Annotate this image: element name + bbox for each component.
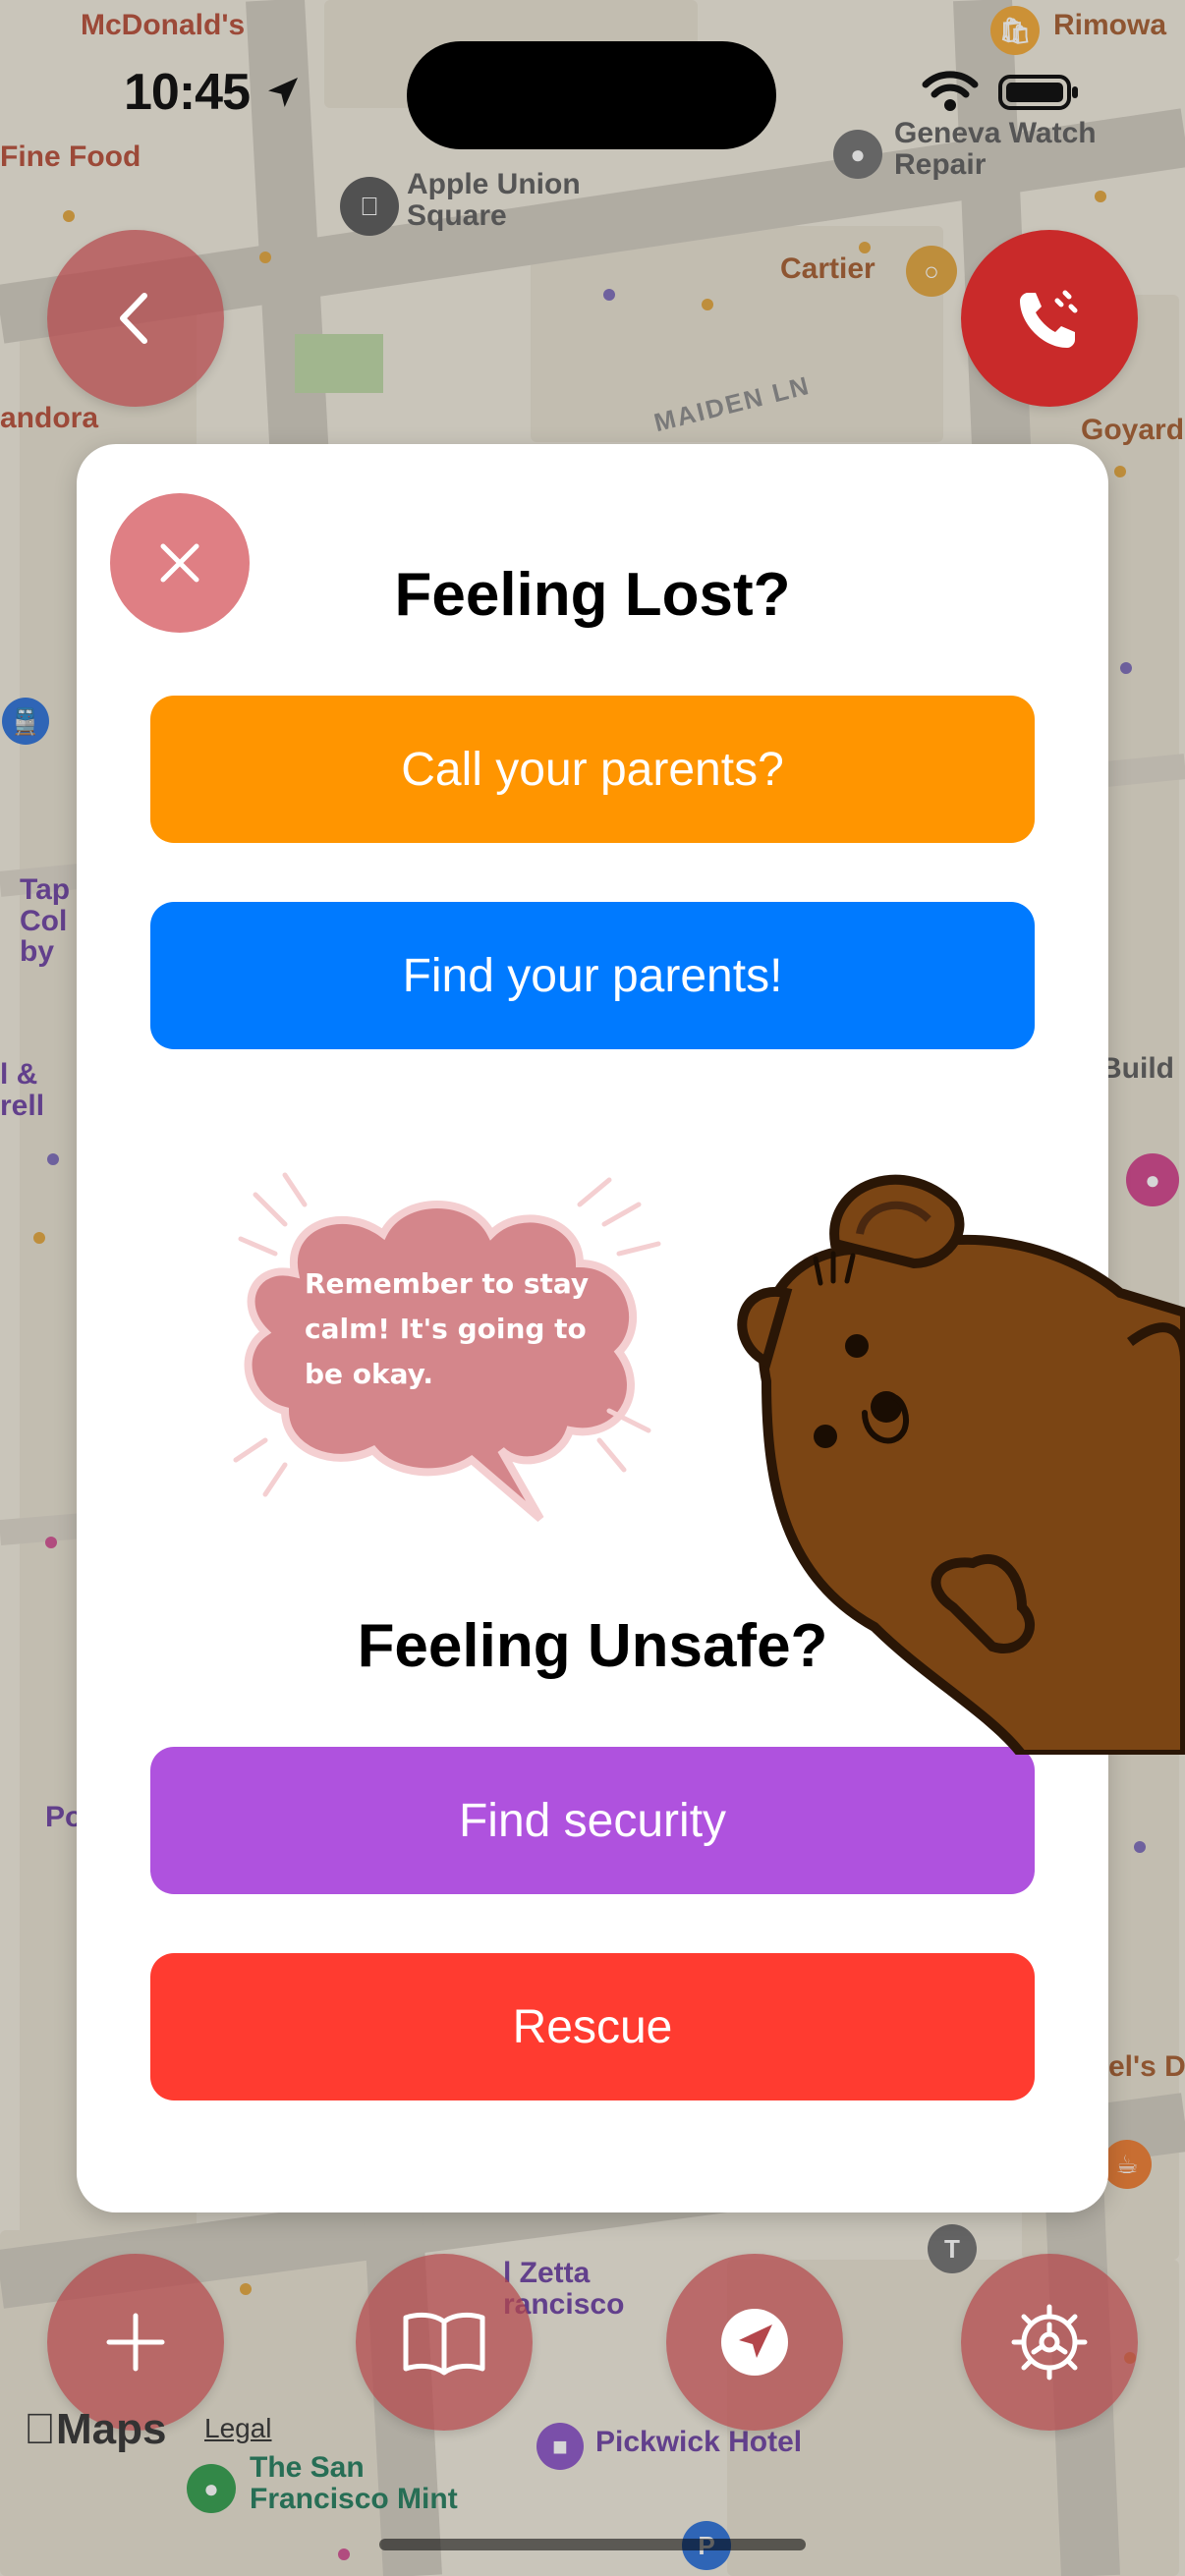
bubble-text: Remember to stay calm! It's going to be … [305,1267,590,1390]
battery-icon [998,73,1081,117]
rescue-button[interactable]: Rescue [150,1953,1035,2100]
book-button[interactable] [356,2254,533,2431]
chevron-left-icon [120,293,147,344]
apple-maps-logo: Maps [24,2405,166,2454]
bear-mascot [727,1165,1185,1760]
plus-icon [106,2313,165,2372]
phone-icon [1020,290,1078,348]
feeling-lost-heading: Feeling Lost? [394,561,791,629]
call-parents-button[interactable]: Call your parents? [150,696,1035,843]
legal-link[interactable]: Legal [204,2413,272,2444]
locate-button[interactable] [666,2254,843,2431]
find-parents-button[interactable]: Find your parents! [150,902,1035,1049]
back-button[interactable] [47,230,224,407]
add-button[interactable] [47,2254,224,2431]
settings-button[interactable] [961,2254,1138,2431]
location-arrow-icon [721,2309,788,2376]
book-icon [403,2312,485,2376]
status-time: 10:45 [124,64,251,121]
maps-logo-text: Maps [24,2405,166,2453]
gear-icon [1011,2304,1088,2380]
call-button[interactable] [961,230,1138,407]
location-services-icon [263,73,303,117]
home-indicator[interactable] [379,2539,806,2550]
dynamic-island [407,41,776,149]
wifi-icon [922,71,979,117]
find-security-button[interactable]: Find security [150,1747,1035,1894]
